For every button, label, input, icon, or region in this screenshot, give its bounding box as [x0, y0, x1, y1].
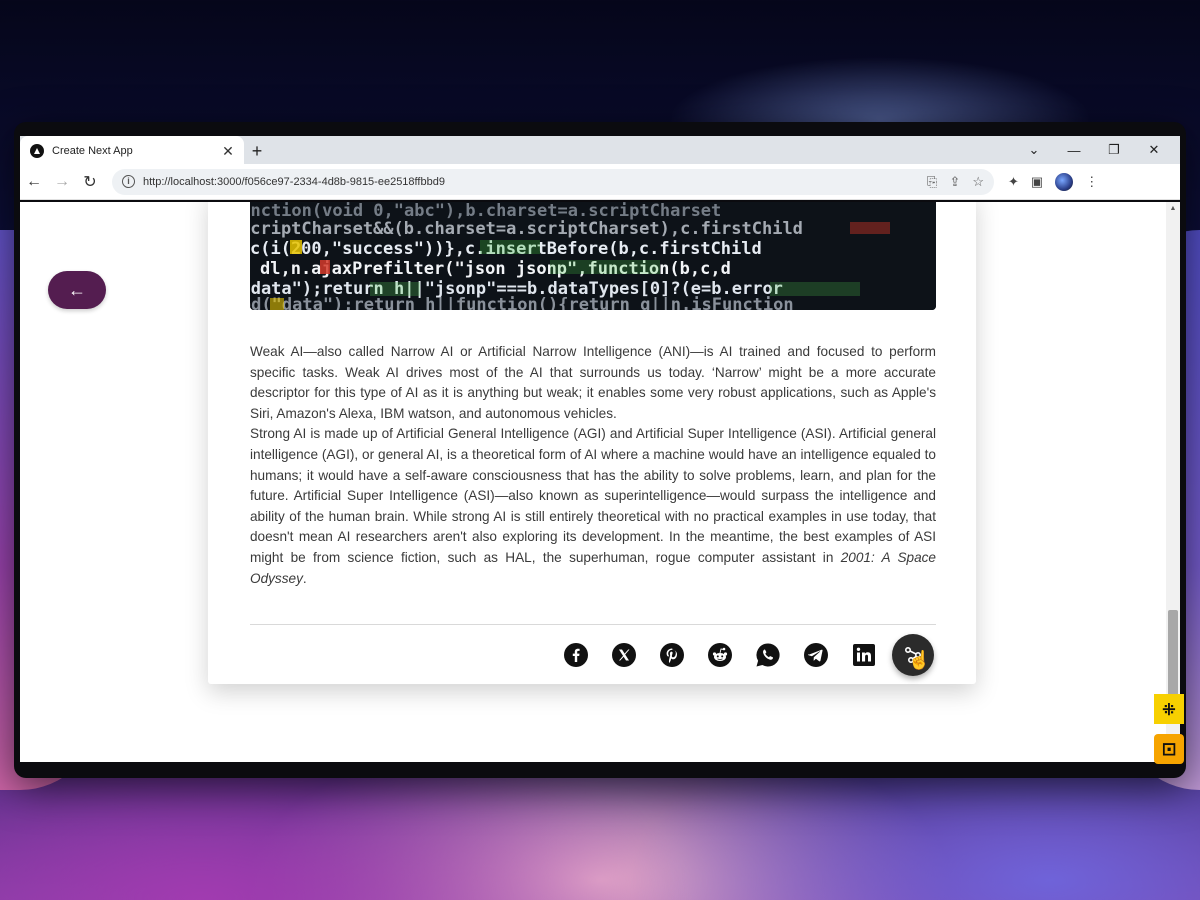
minimize-button[interactable]: —	[1054, 143, 1094, 158]
back-button[interactable]: ←	[48, 271, 106, 309]
paragraph-strong-ai-text: Strong AI is made up of Artificial Gener…	[250, 426, 936, 565]
paragraph-strong-ai: Strong AI is made up of Artificial Gener…	[250, 424, 936, 589]
trailing-period: .	[302, 570, 307, 586]
share-whatsapp-button[interactable]	[744, 636, 792, 674]
reload-icon[interactable]: ↻	[76, 172, 104, 192]
bookmark-star-icon[interactable]: ☆	[972, 174, 984, 190]
hand-cursor-icon: ☝	[908, 650, 931, 670]
nextjs-favicon-icon	[30, 144, 44, 158]
overlay-logo-orange-icon: ⊡	[1154, 734, 1184, 764]
code-line-6: i.load("data");return h||function(){retu…	[250, 295, 794, 310]
reddit-icon	[708, 643, 732, 667]
restore-button[interactable]: ❐	[1094, 142, 1134, 158]
side-panel-icon[interactable]: ▣	[1031, 174, 1043, 190]
share-linkedin-button[interactable]	[840, 636, 888, 674]
omnibox-actions: ⎘ ⇪ ☆	[927, 174, 984, 190]
toolbar-right: ✦ ▣ ⋮	[1008, 172, 1098, 191]
tab-strip: Create Next App ✕ + ⌄ — ❐ ✕	[20, 136, 1180, 166]
facebook-icon	[564, 643, 588, 667]
browser-toolbar: ← → ↻ i http://localhost:3000/f056ce97-2…	[20, 164, 1180, 200]
window-controls: ⌄ — ❐ ✕	[1014, 136, 1174, 164]
share-page-icon[interactable]: ⇪	[949, 174, 960, 190]
share-reddit-button[interactable]	[696, 636, 744, 674]
code-screenshot-graphic: function(void 0,"abc"),b.charset=a.scrip…	[250, 202, 936, 310]
close-window-button[interactable]: ✕	[1134, 142, 1174, 158]
scroll-up-arrow-icon[interactable]: ▲	[1168, 205, 1178, 212]
tab-close-icon[interactable]: ✕	[220, 143, 236, 160]
code-line-4: dl,n.ajaxPrefilter("json jsonp",function…	[260, 259, 731, 279]
address-bar[interactable]: i http://localhost:3000/f056ce97-2334-4d…	[112, 168, 994, 195]
share-telegram-button[interactable]	[792, 636, 840, 674]
x-icon	[612, 643, 636, 667]
share-menu-toggle-button[interactable]: ☝	[892, 634, 934, 676]
browser-menu-icon[interactable]: ⋮	[1085, 174, 1098, 190]
forward-nav-icon[interactable]: →	[48, 173, 76, 191]
extensions-puzzle-icon[interactable]: ✦	[1008, 174, 1019, 190]
code-line-2: scriptCharset&&(b.charset=a.scriptCharse…	[250, 219, 803, 239]
linkedin-icon	[853, 644, 875, 666]
hero-code-image: function(void 0,"abc"),b.charset=a.scrip…	[250, 202, 936, 310]
share-pinterest-button[interactable]	[648, 636, 696, 674]
share-bar: ☝	[552, 634, 934, 676]
tab-create-next-app[interactable]: Create Next App ✕	[20, 136, 244, 166]
translate-icon[interactable]: ⎘	[927, 174, 937, 190]
article-body: Weak AI—also called Narrow AI or Artific…	[250, 342, 936, 589]
page-scrollbar[interactable]: ▲ ▼	[1166, 202, 1180, 762]
whatsapp-icon	[756, 643, 780, 667]
share-x-button[interactable]	[600, 636, 648, 674]
article-card: function(void 0,"abc"),b.charset=a.scrip…	[208, 202, 976, 684]
site-info-icon[interactable]: i	[122, 175, 135, 188]
tab-search-icon[interactable]: ⌄	[1014, 142, 1054, 158]
profile-avatar[interactable]	[1055, 172, 1074, 191]
url-text[interactable]: http://localhost:3000/f056ce97-2334-4d8b…	[143, 176, 927, 188]
share-facebook-button[interactable]	[552, 636, 600, 674]
back-nav-icon[interactable]: ←	[20, 173, 48, 191]
page-viewport: ← function(void 0,"abc"),b.charset=a.scr…	[20, 202, 1180, 762]
paragraph-weak-ai: Weak AI—also called Narrow AI or Artific…	[250, 344, 936, 421]
browser-window: Create Next App ✕ + ⌄ — ❐ ✕ ← → ↻ i http…	[14, 122, 1186, 778]
telegram-icon	[804, 643, 828, 667]
overlay-logo-yellow-icon: ⁜	[1154, 694, 1184, 724]
pinterest-icon	[660, 643, 684, 667]
tab-title: Create Next App	[52, 145, 133, 157]
arrow-left-icon: ←	[68, 280, 86, 300]
share-divider	[250, 624, 936, 625]
new-tab-button[interactable]: +	[244, 138, 270, 164]
